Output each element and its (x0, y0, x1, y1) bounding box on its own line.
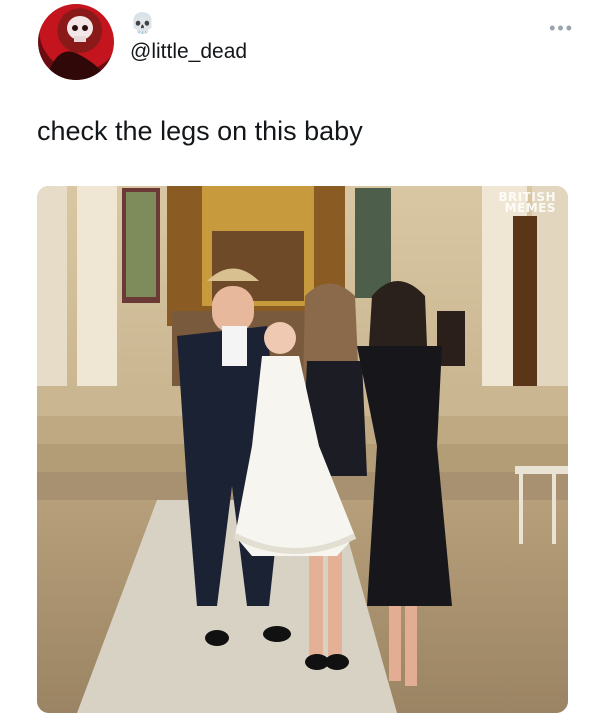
user-info: 💀 @little_dead (130, 14, 247, 64)
more-options-icon[interactable]: ••• (549, 18, 574, 39)
user-handle[interactable]: @little_dead (130, 40, 247, 64)
skull-icon: 💀 (130, 13, 155, 35)
church-scene-illustration (37, 186, 568, 713)
tweet-text: check the legs on this baby (37, 116, 363, 146)
avatar[interactable] (38, 4, 114, 80)
post-image[interactable]: BRITISH MEMES (37, 186, 568, 713)
watermark: BRITISH MEMES (498, 190, 556, 215)
